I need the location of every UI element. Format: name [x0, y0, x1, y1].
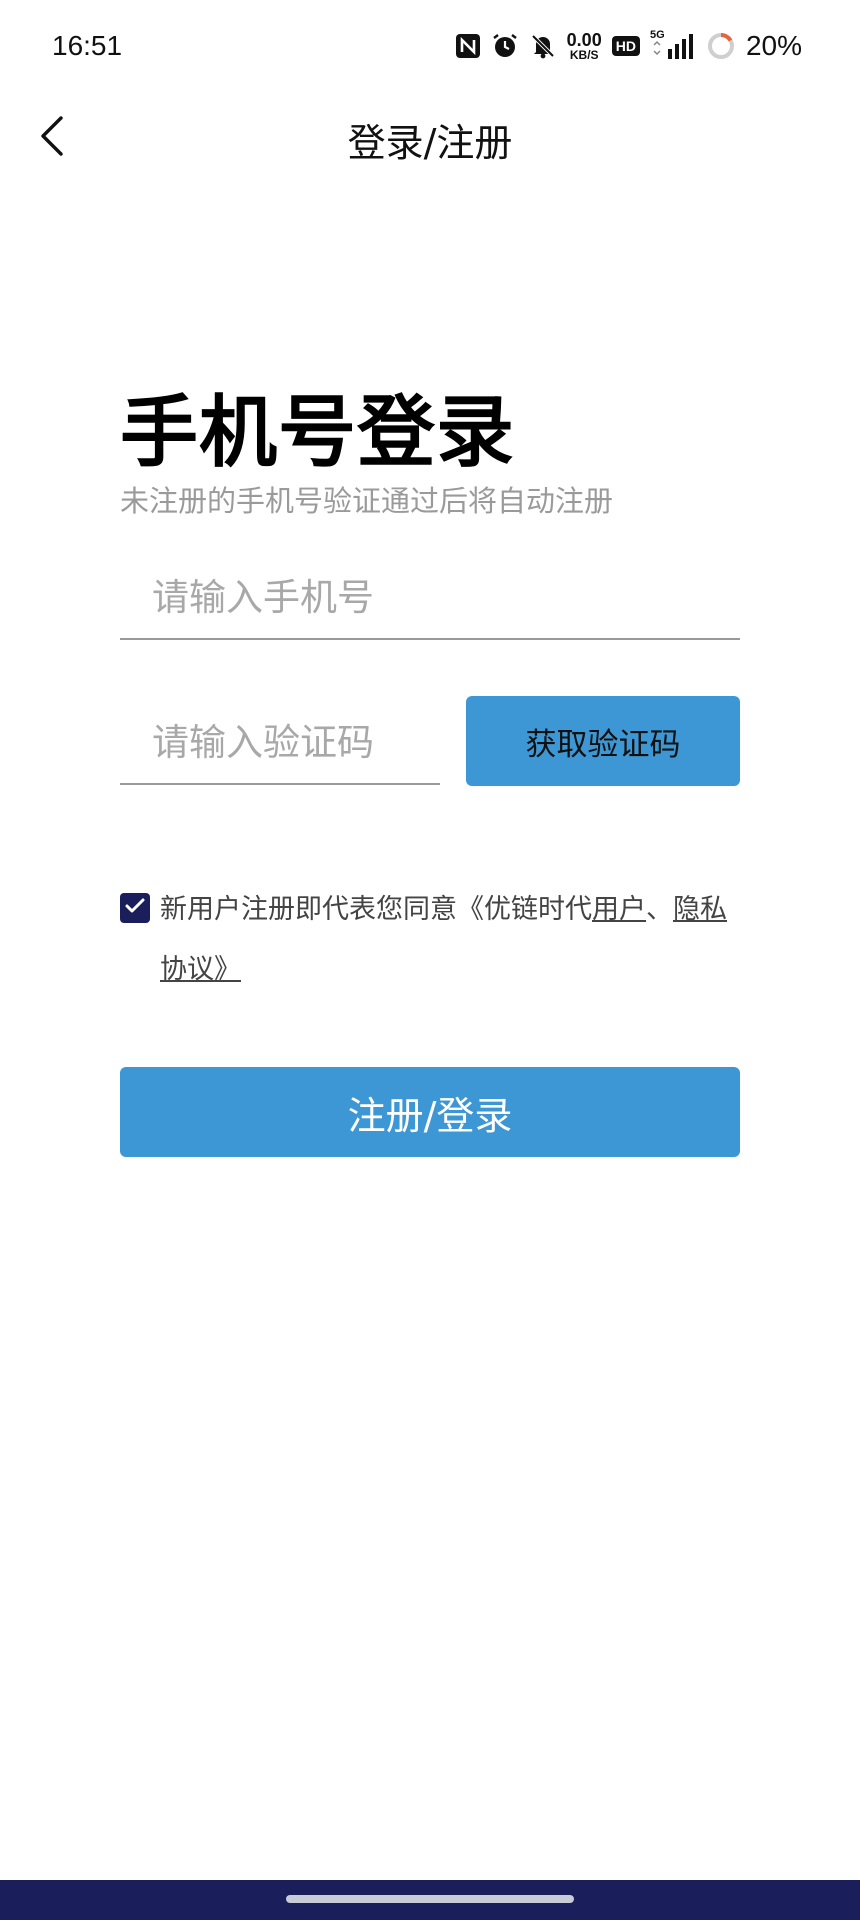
- mute-bell-icon: [529, 32, 557, 60]
- battery-ring-icon: [706, 31, 736, 61]
- agreement-prefix: 新用户注册即代表您同意《优链时代: [160, 894, 592, 925]
- get-code-button[interactable]: 获取验证码: [466, 696, 740, 786]
- phone-input[interactable]: [152, 576, 732, 619]
- privacy-policy-link-part2[interactable]: 协议》: [160, 954, 241, 985]
- network-type-label: 5G: [649, 29, 665, 41]
- verification-code-input[interactable]: [152, 721, 432, 764]
- privacy-policy-link-part1[interactable]: 隐私: [673, 894, 727, 925]
- status-icons: 0.00 KB/S HD 5G 20%: [455, 29, 802, 62]
- signal-5g-icon: 5G: [649, 29, 696, 61]
- agreement-checkbox[interactable]: [120, 893, 150, 923]
- nav-title: 登录/注册: [347, 121, 513, 165]
- register-login-button[interactable]: 注册/登录: [120, 1067, 740, 1157]
- page-title: 手机号登录: [120, 388, 516, 478]
- net-speed-value: 0.00: [566, 30, 602, 50]
- alarm-icon: [491, 32, 519, 60]
- status-time: 16:51: [52, 30, 123, 61]
- agreement-text: 新用户注册即代表您同意《优链时代用户、隐私协议》: [160, 880, 740, 1000]
- nfc-icon: [455, 33, 481, 59]
- home-indicator[interactable]: [286, 1895, 574, 1903]
- hd-label: HD: [611, 36, 640, 56]
- phone-field-container: [120, 560, 740, 640]
- battery-percent: 20%: [745, 30, 802, 61]
- net-speed-unit: KB/S: [569, 48, 599, 62]
- page-subtitle: 未注册的手机号验证通过后将自动注册: [120, 484, 614, 518]
- net-speed-indicator: 0.00 KB/S: [567, 31, 602, 61]
- agreement-separator: 、: [646, 894, 673, 925]
- user-agreement-link[interactable]: 用户: [592, 894, 646, 925]
- checkmark-icon: [124, 895, 146, 921]
- hd-icon: HD: [611, 36, 640, 56]
- code-field-container: [120, 705, 440, 785]
